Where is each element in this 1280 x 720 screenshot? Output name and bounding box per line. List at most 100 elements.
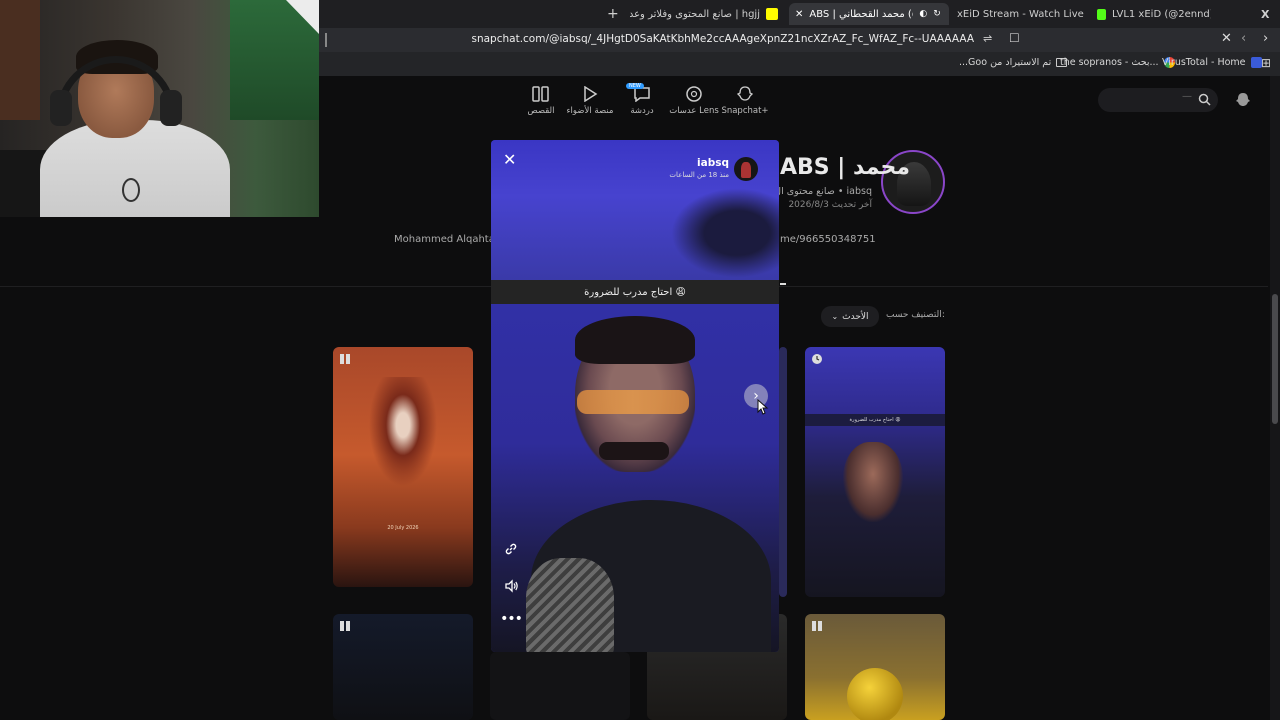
avatar-figure	[741, 162, 751, 178]
sort-value: الأحدث	[842, 311, 869, 322]
nav-label: عدسات Lens	[669, 106, 719, 116]
stories-icon	[532, 86, 549, 102]
forward-icon[interactable]: ›	[1263, 31, 1268, 46]
sort-label: التصنيف حسب:	[886, 310, 945, 320]
tab-x[interactable]: LVL1 xEiD (@2ennd) / X	[1091, 3, 1211, 25]
nav-label: دردشة	[630, 106, 654, 116]
browser-tab-bar: + hgjj | صانع المحتوى وفلاتر وعدسات ✕ AB…	[319, 0, 1280, 28]
virustotal-icon	[1250, 57, 1262, 68]
chevron-down-icon: ⌄	[831, 312, 839, 321]
address-bar: snapchat.com/@iabsq/_4JHgtD0SaKAtKbhMe2c…	[319, 28, 1280, 52]
bookmark-label: VirusTotal - Home	[1162, 57, 1246, 68]
snapchat-plus-icon	[736, 86, 754, 101]
speaker-icon	[504, 579, 518, 593]
story-card[interactable]	[805, 614, 945, 720]
tab-label: LVL1 xEiD (@2ennd) / X	[1112, 8, 1211, 20]
tab-hgjj[interactable]: hgjj | صانع المحتوى وفلاتر وعدسات	[624, 3, 784, 25]
audio-icon[interactable]: ◐	[919, 9, 927, 19]
nav-snapchat-plus[interactable]: Snapchat+	[717, 86, 773, 116]
stories-icon	[340, 621, 350, 631]
new-tab-button[interactable]: +	[601, 3, 621, 25]
poster-date: 20 July 2026	[387, 525, 419, 531]
close-story-icon[interactable]: ✕	[503, 150, 516, 169]
poster-figures	[363, 377, 443, 497]
story-card[interactable]: احتاج مدرب للضرورة 😩	[805, 347, 945, 597]
story-avatar[interactable]	[734, 157, 758, 181]
story-sunglasses	[577, 390, 689, 414]
nav-lenses[interactable]: عدسات Lens	[666, 86, 722, 116]
search-icon	[1198, 93, 1211, 106]
profile-bio-left: Mohammed Alqahta	[394, 234, 495, 245]
story-card[interactable]	[333, 614, 473, 720]
profile-desc: • صانع محتوى ال	[774, 186, 844, 197]
webcam-person-shirt	[40, 120, 230, 217]
close-tab-icon[interactable]: ✕	[795, 9, 803, 20]
webcam-headset-cup	[160, 90, 182, 126]
close-icon[interactable]: ✕	[1221, 31, 1232, 46]
tab-label: xEiD Stream - Watch Live on Kick	[957, 8, 1087, 20]
close-window-button[interactable]: X	[1255, 3, 1277, 25]
tab-kick[interactable]: xEiD Stream - Watch Live on Kick	[951, 3, 1087, 25]
nav-spotlight[interactable]: منصة الأضواء	[562, 86, 618, 116]
story-username[interactable]: iabsq	[641, 157, 729, 169]
story-mustache	[599, 442, 669, 460]
story-light-fixture	[671, 188, 779, 278]
profile-bio-link[interactable]: me/966550348751	[780, 234, 876, 245]
url-field[interactable]: snapchat.com/@iabsq/_4JHgtD0SaKAtKbhMe2c…	[471, 33, 974, 45]
more-options-icon[interactable]: •••	[500, 609, 523, 629]
story-caption: احتاج مدرب للضرورة 😩	[491, 280, 779, 304]
thumb-ball	[847, 668, 903, 720]
search-input[interactable]: —	[1098, 88, 1218, 112]
mute-button[interactable]	[501, 576, 521, 596]
nav-label: منصة الأضواء	[566, 106, 614, 116]
link-icon	[505, 543, 517, 555]
apps-grid-icon[interactable]: ⊞	[1261, 56, 1271, 70]
new-badge: NEW	[626, 83, 644, 89]
stories-icon	[340, 354, 350, 364]
account-ghost-icon[interactable]	[1235, 92, 1251, 108]
story-card[interactable]: 20 July 2026	[333, 347, 473, 587]
story-microphone	[526, 558, 614, 652]
nav-stories[interactable]: القصص	[513, 86, 569, 116]
new-tab-label: +	[607, 6, 619, 22]
back-icon[interactable]: ‹	[1241, 31, 1246, 46]
tab-indicator	[780, 283, 786, 285]
thumb-face	[843, 442, 903, 522]
bookmarks-bar: ...Goo تم الاستيراد من the sopranos - بح…	[319, 52, 1280, 76]
page-scrollbar[interactable]	[1270, 76, 1280, 720]
story-person-hair	[575, 316, 695, 364]
tab-label: ABS | محمد القحطاني (@iabsq)	[809, 8, 913, 20]
lens-icon	[686, 86, 702, 102]
bookmark-imported[interactable]: ...Goo تم الاستيراد من	[959, 57, 1068, 68]
thumb-caption: احتاج مدرب للضرورة 😩	[805, 414, 945, 426]
snapchat-favicon-icon	[766, 8, 778, 20]
profile-updated: آخر تحديث 2026/8/3	[788, 200, 872, 210]
site-settings-icon[interactable]: ⇌	[983, 32, 992, 45]
webcam-shirt-logo	[122, 178, 140, 202]
reload-icon[interactable]: ↻	[933, 9, 941, 19]
bookmark-sopranos[interactable]: the sopranos - بحث...	[1060, 57, 1175, 68]
scrollbar-thumb[interactable]	[1272, 294, 1278, 424]
bookmark-virustotal[interactable]: VirusTotal - Home	[1162, 57, 1262, 68]
bookmark-star-icon[interactable]: ☐	[1009, 31, 1020, 45]
story-card-edge	[779, 347, 787, 597]
nav-label: Snapchat+	[721, 106, 769, 116]
tab-abs-active[interactable]: ✕ ABS | محمد القحطاني (@iabsq) ◐ ↻	[789, 3, 949, 25]
sort-dropdown[interactable]: ⌄ الأحدث	[821, 306, 879, 327]
story-time: منذ 18 من الساعات	[669, 171, 729, 179]
story-card[interactable]	[490, 652, 630, 720]
close-window-label: X	[1261, 7, 1270, 21]
spotlight-play-icon	[584, 86, 598, 102]
tab-label: hgjj | صانع المحتوى وفلاتر وعدسات	[630, 8, 760, 20]
search-divider: —	[1182, 91, 1192, 102]
profile-subtitle: iabsq • صانع محتوى ال	[774, 186, 872, 197]
bookmark-label: ...Goo تم الاستيراد من	[959, 57, 1052, 68]
copy-link-button[interactable]	[501, 539, 521, 559]
profile-username: iabsq	[846, 186, 872, 197]
webcam-headset-cup	[50, 90, 72, 126]
nav-chat[interactable]: دردشة NEW	[614, 83, 670, 116]
story-viewer[interactable]: احتاج مدرب للضرورة 😩 ✕ iabsq منذ 18 من ا…	[491, 140, 779, 652]
profile-name: ABS | محمد	[780, 155, 910, 180]
bookmark-label: the sopranos - بحث...	[1060, 57, 1159, 68]
nav-label: القصص	[527, 106, 555, 116]
